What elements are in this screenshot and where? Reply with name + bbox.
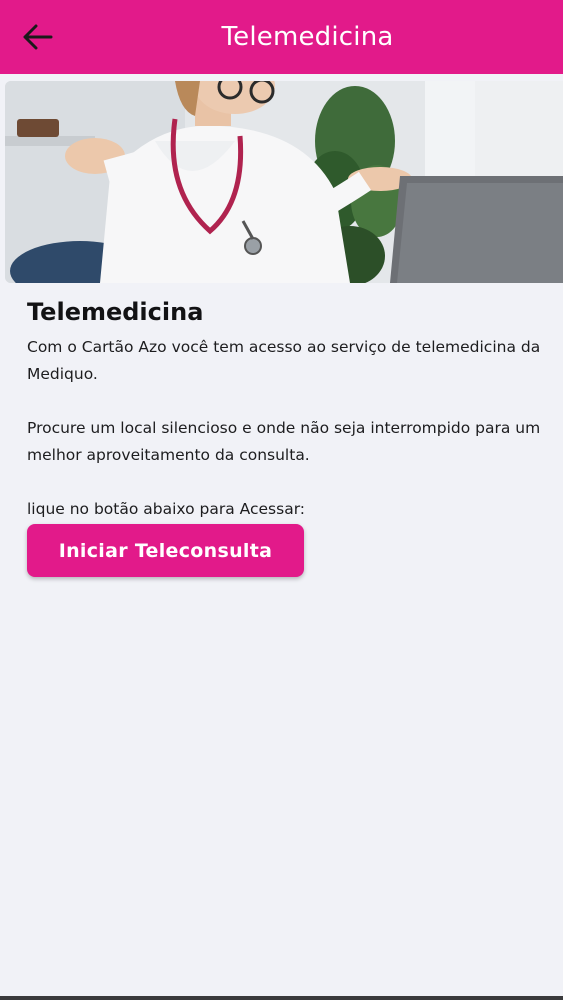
arrow-left-icon bbox=[23, 24, 53, 50]
start-teleconsultation-button[interactable]: Iniciar Teleconsulta bbox=[27, 524, 304, 577]
description-paragraph: Com o Cartão Azo você tem acesso ao serv… bbox=[27, 338, 541, 383]
doctor-photo bbox=[5, 81, 563, 283]
tip-paragraph: Procure um local silencioso e onde não s… bbox=[27, 419, 541, 464]
app-bar: Telemedicina bbox=[0, 0, 563, 74]
back-button[interactable] bbox=[16, 17, 60, 57]
page-title: Telemedicina bbox=[221, 22, 394, 52]
bottom-divider bbox=[0, 996, 563, 1000]
content-section: Telemedicina Com o Cartão Azo você tem a… bbox=[27, 296, 549, 523]
section-heading: Telemedicina bbox=[27, 298, 204, 326]
instruction-text: lique no botão abaixo para Acessar: bbox=[27, 500, 306, 518]
hero-image bbox=[5, 81, 563, 283]
